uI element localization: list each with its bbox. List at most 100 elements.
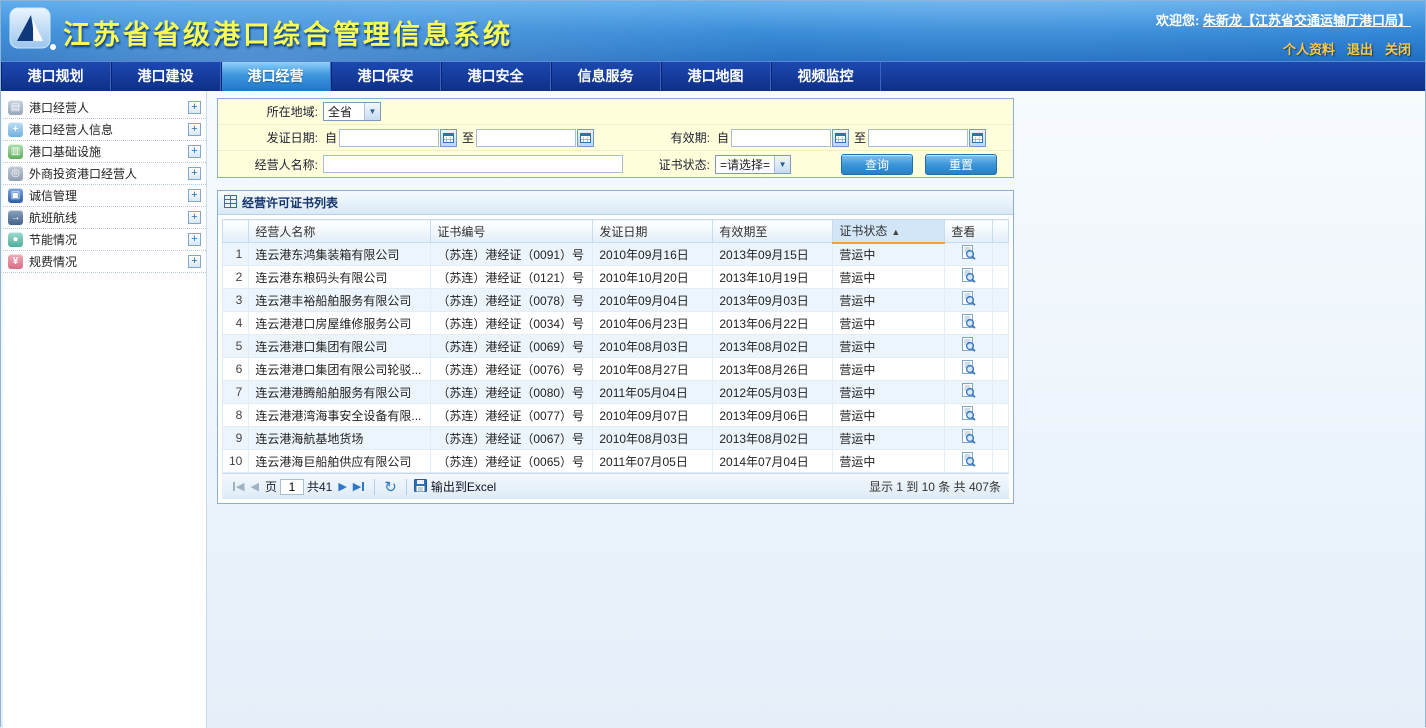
- issue-date-from-input[interactable]: [339, 129, 439, 147]
- table-row[interactable]: 9 连云港海航基地货场 （苏连）港经证（0067）号 2010年08月03日 2…: [223, 427, 1009, 450]
- table-row[interactable]: 3 连云港丰裕船舶服务有限公司 （苏连）港经证（0078）号 2010年09月0…: [223, 289, 1009, 312]
- calendar-icon[interactable]: [440, 129, 457, 147]
- expand-button[interactable]: +: [188, 255, 201, 268]
- nav-tab[interactable]: 港口建设: [111, 62, 221, 91]
- last-page-icon[interactable]: ▶: [353, 480, 364, 493]
- expand-button[interactable]: +: [188, 123, 201, 136]
- table-row[interactable]: 4 连云港港口房屋维修服务公司 （苏连）港经证（0034）号 2010年06月2…: [223, 312, 1009, 335]
- row-number: 3: [223, 289, 249, 312]
- export-excel-button[interactable]: 输出到Excel: [414, 478, 496, 495]
- nav-tab[interactable]: 港口保安: [331, 62, 441, 91]
- refresh-icon[interactable]: ↻: [384, 478, 397, 496]
- column-header-name[interactable]: 经营人名称: [249, 220, 431, 243]
- app-title: 江苏省省级港口综合管理信息系统: [63, 13, 513, 52]
- view-icon[interactable]: [961, 360, 976, 378]
- column-header-issue-date[interactable]: 发证日期: [593, 220, 713, 243]
- expand-button[interactable]: +: [188, 189, 201, 202]
- table-row[interactable]: 2 连云港东粮码头有限公司 （苏连）港经证（0121）号 2010年10月20日…: [223, 266, 1009, 289]
- reset-button[interactable]: 重置: [925, 154, 997, 175]
- sidebar-item-icon: [8, 166, 23, 181]
- table-row[interactable]: 1 连云港东鸿集装箱有限公司 （苏连）港经证（0091）号 2010年09月16…: [223, 243, 1009, 266]
- view-icon[interactable]: [961, 452, 976, 470]
- expand-button[interactable]: +: [188, 167, 201, 180]
- status-select[interactable]: =请选择= ▼: [715, 155, 791, 174]
- table-row[interactable]: 10 连云港海巨船舶供应有限公司 （苏连）港经证（0065）号 2011年07月…: [223, 450, 1009, 473]
- cert-no-cell: （苏连）港经证（0080）号: [431, 381, 593, 404]
- sidebar-item[interactable]: 诚信管理 +: [3, 185, 206, 207]
- view-icon[interactable]: [961, 314, 976, 332]
- cert-no-cell: （苏连）港经证（0067）号: [431, 427, 593, 450]
- header-link[interactable]: 退出: [1347, 42, 1373, 57]
- page-input[interactable]: [280, 479, 304, 495]
- filler-cell: [993, 381, 1009, 404]
- operator-name-input[interactable]: [323, 155, 623, 173]
- panel-title: 经营许可证书列表: [242, 194, 338, 211]
- sidebar-item[interactable]: 港口基础设施 +: [3, 141, 206, 163]
- calendar-icon[interactable]: [577, 129, 594, 147]
- query-button[interactable]: 查询: [841, 154, 913, 175]
- application-window: 江苏省省级港口综合管理信息系统 欢迎您: 朱新龙【江苏省交通运输厅港口局】 个人…: [0, 0, 1426, 727]
- view-icon[interactable]: [961, 291, 976, 309]
- view-icon[interactable]: [961, 383, 976, 401]
- status-cell: 营运中: [833, 312, 945, 335]
- sidebar-item[interactable]: 港口经营人信息 +: [3, 119, 206, 141]
- nav-tab[interactable]: 港口安全: [441, 62, 551, 91]
- calendar-icon[interactable]: [969, 129, 986, 147]
- certificate-table: 经营人名称 证书编号 发证日期 有效期至 证书状态▲ 查看: [222, 219, 1009, 473]
- view-icon[interactable]: [961, 406, 976, 424]
- previous-page-icon[interactable]: ◀: [250, 480, 258, 493]
- table-row[interactable]: 7 连云港港腾船舶服务有限公司 （苏连）港经证（0080）号 2011年05月0…: [223, 381, 1009, 404]
- column-header-valid-until[interactable]: 有效期至: [713, 220, 833, 243]
- status-cell: 营运中: [833, 404, 945, 427]
- from-label: 自: [325, 129, 337, 146]
- column-header-status[interactable]: 证书状态▲: [833, 220, 945, 243]
- sidebar-item[interactable]: 外商投资港口经营人 +: [3, 163, 206, 185]
- expand-button[interactable]: +: [188, 101, 201, 114]
- valid-until-cell: 2013年06月22日: [713, 312, 833, 335]
- column-header-number: [223, 220, 249, 243]
- column-header-cert-no[interactable]: 证书编号: [431, 220, 593, 243]
- table-row[interactable]: 6 连云港港口集团有限公司轮驳... （苏连）港经证（0076）号 2010年0…: [223, 358, 1009, 381]
- header-link[interactable]: 关闭: [1385, 42, 1411, 57]
- calendar-icon[interactable]: [832, 129, 849, 147]
- nav-tab-label: 港口安全: [468, 68, 524, 84]
- certificate-list-panel: 经营许可证书列表 经营人名称 证书编号 发证日期 有效期至 证书状态▲: [217, 190, 1014, 504]
- next-page-icon[interactable]: ▶: [338, 480, 346, 493]
- pager-separator: [374, 479, 375, 495]
- nav-tab-label: 港口经营: [248, 68, 304, 84]
- view-icon[interactable]: [961, 268, 976, 286]
- expand-button[interactable]: +: [188, 233, 201, 246]
- table-row[interactable]: 8 连云港港湾海事安全设备有限... （苏连）港经证（0077）号 2010年0…: [223, 404, 1009, 427]
- view-icon[interactable]: [961, 337, 976, 355]
- expand-button[interactable]: +: [188, 145, 201, 158]
- valid-until-cell: 2013年10月19日: [713, 266, 833, 289]
- first-page-icon[interactable]: ◀: [233, 480, 244, 493]
- valid-until-cell: 2013年08月02日: [713, 335, 833, 358]
- expand-button[interactable]: +: [188, 211, 201, 224]
- view-icon[interactable]: [961, 429, 976, 447]
- nav-tab[interactable]: 港口经营: [221, 62, 331, 91]
- validity-to-input[interactable]: [868, 129, 968, 147]
- region-select[interactable]: 全省 ▼: [323, 102, 381, 121]
- sidebar-item[interactable]: 规费情况 +: [3, 251, 206, 273]
- nav-tab[interactable]: 港口地图: [661, 62, 771, 91]
- nav-tab[interactable]: 视频监控: [771, 62, 881, 91]
- view-icon[interactable]: [961, 245, 976, 263]
- sidebar-item[interactable]: 航班航线 +: [3, 207, 206, 229]
- nav-tab[interactable]: 信息服务: [551, 62, 661, 91]
- region-label: 所在地域:: [218, 103, 323, 120]
- header-link[interactable]: 个人资料: [1283, 42, 1335, 57]
- nav-tab[interactable]: 港口规划: [1, 62, 111, 91]
- to-label: 至: [854, 129, 866, 146]
- list-icon: [224, 195, 237, 211]
- issue-date-to-input[interactable]: [476, 129, 576, 147]
- cert-no-cell: （苏连）港经证（0121）号: [431, 266, 593, 289]
- row-number: 4: [223, 312, 249, 335]
- valid-until-cell: 2014年07月04日: [713, 450, 833, 473]
- sidebar-item-label: 节能情况: [29, 231, 188, 248]
- table-row[interactable]: 5 连云港港口集团有限公司 （苏连）港经证（0069）号 2010年08月03日…: [223, 335, 1009, 358]
- sidebar-item[interactable]: 港口经营人 +: [3, 97, 206, 119]
- nav-tab-label: 港口地图: [688, 68, 744, 84]
- sidebar-item[interactable]: 节能情况 +: [3, 229, 206, 251]
- validity-from-input[interactable]: [731, 129, 831, 147]
